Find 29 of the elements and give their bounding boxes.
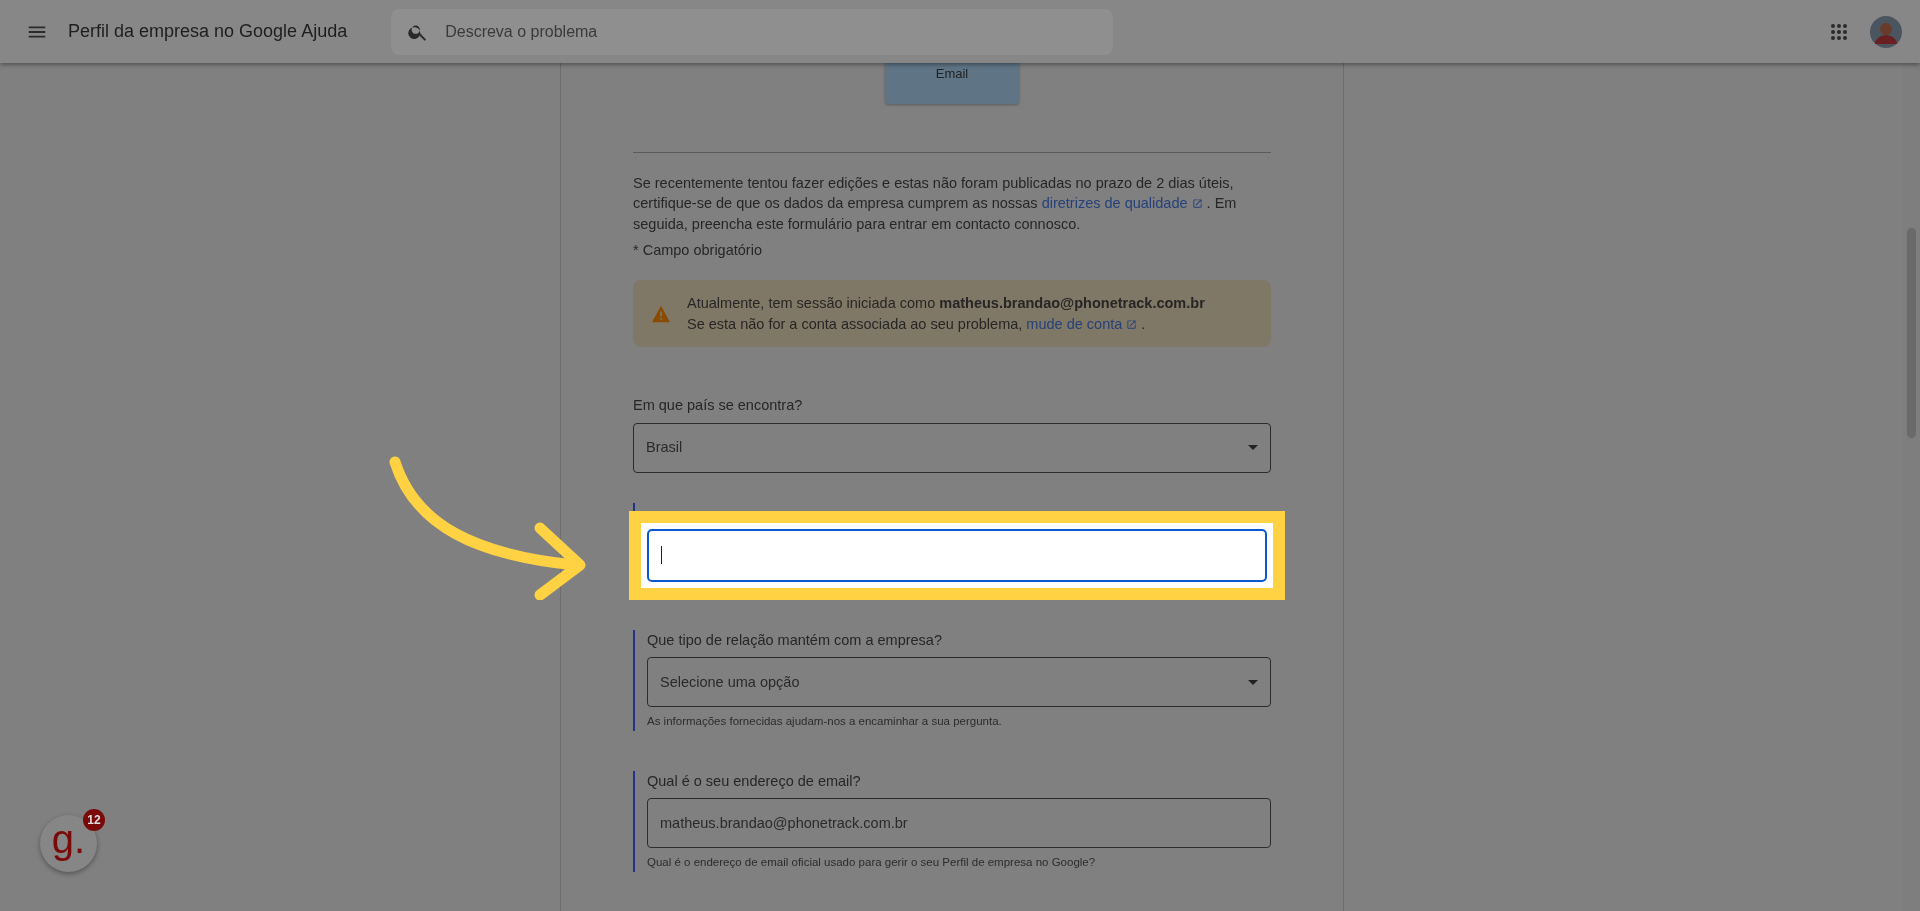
warning-icon xyxy=(651,304,671,323)
field-label: Que tipo de relação mantém com a empresa? xyxy=(647,630,943,650)
input-field[interactable]: matheus.brandao@phonetrack.com.br xyxy=(647,798,1271,849)
external-link-icon xyxy=(1126,318,1138,330)
search-field[interactable]: Descreva o problema xyxy=(443,18,1098,45)
dropdown-caret-icon xyxy=(1248,445,1258,451)
contact-button[interactable]: Email xyxy=(885,63,1019,104)
field-hint: As informações fornecidas ajudam-nos a encaminhar a sua pergunta. xyxy=(647,714,1003,730)
field-hint: Qual é o endereço de email oficial usado para gerir o seu Perfil de empresa no Google? xyxy=(647,855,1097,871)
apps-grid-icon[interactable] xyxy=(1830,22,1848,41)
search-bar[interactable]: Descreva o problema xyxy=(391,8,1114,55)
field-label: Qual é o seu endereço de email? xyxy=(647,771,862,791)
external-link-icon xyxy=(1191,198,1203,210)
field-label: Em que país se encontra? xyxy=(633,395,804,415)
notification-badge: 12 xyxy=(83,809,105,831)
avatar[interactable] xyxy=(1870,15,1902,48)
page-title: Perfil da empresa no Google Ajuda xyxy=(68,20,348,43)
alert-text: Se esta não for a conta associada ao seu problema, mude de conta . xyxy=(687,314,1147,334)
alert-text: Atualmente, tem sessão iniciada como matheus.brandao@phonetrack.com.br xyxy=(687,293,1205,313)
intro-paragraph: Se recentemente tentou fazer edições e estas não foram publicadas no prazo de 2 dias úteis, certifique-se de que os dados da empresa cumprem as nossas diretrizes de qualidade . Em seguida, preencha este formulário para entrar em contacto connosco. xyxy=(633,174,1238,234)
required-note: * Campo obrigatório xyxy=(633,241,763,261)
widget-logo: g. xyxy=(51,818,86,859)
dropdown[interactable]: Brasil xyxy=(633,422,1271,473)
dropdown[interactable]: Selecione uma opção xyxy=(647,657,1271,708)
text-cursor xyxy=(661,546,662,565)
input-field[interactable] xyxy=(647,528,1267,582)
dropdown-caret-icon xyxy=(1248,679,1258,685)
link[interactable]: mude de conta xyxy=(1026,315,1138,332)
link[interactable]: diretrizes de qualidade xyxy=(1041,195,1203,212)
